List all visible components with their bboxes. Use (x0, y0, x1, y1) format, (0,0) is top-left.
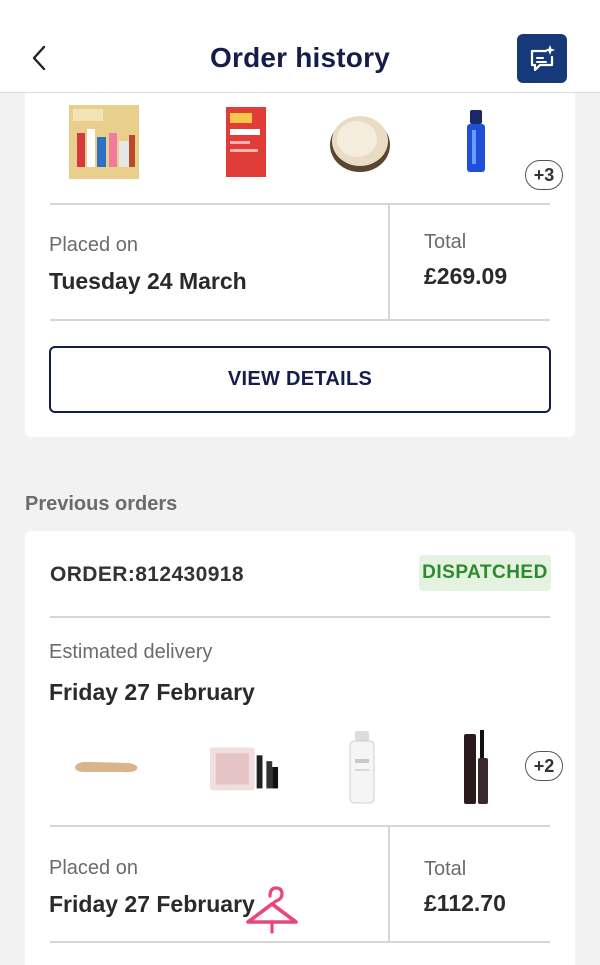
placed-on-label: Placed on (49, 234, 138, 256)
product-thumbnail[interactable] (324, 102, 396, 182)
placed-on-label: Placed on (49, 857, 138, 879)
product-thumbnail[interactable] (70, 727, 142, 807)
powder-jar-image (330, 116, 390, 172)
hanger-icon (244, 882, 300, 938)
estimated-delivery-value: Friday 27 February (49, 679, 255, 705)
toner-bottle-image (349, 731, 375, 804)
more-items-badge[interactable]: +2 (525, 751, 563, 781)
estimated-delivery-label: Estimated delivery (49, 641, 213, 663)
divider (50, 616, 550, 618)
total-value: £112.70 (424, 890, 506, 916)
chat-button[interactable] (517, 34, 567, 83)
mascara-image (464, 730, 488, 804)
divider (50, 941, 550, 943)
previous-order-card[interactable]: ORDER:812430918 DISPATCHED Estimated del… (25, 531, 575, 965)
view-details-button[interactable]: VIEW DETAILS (49, 346, 551, 413)
total-label: Total (424, 231, 467, 253)
order-number: ORDER:812430918 (50, 563, 244, 586)
product-thumbnail[interactable] (440, 102, 512, 182)
divider (50, 319, 550, 321)
chat-sparkle-icon (530, 44, 555, 71)
placed-on-value: Friday 27 February (49, 891, 255, 917)
product-thumbnail[interactable] (210, 102, 282, 182)
placed-on-value: Tuesday 24 March (49, 268, 247, 294)
product-thumbnail[interactable] (442, 727, 514, 807)
hydro-mask-box-image (226, 107, 266, 177)
gift-set-image (69, 105, 139, 179)
divider (388, 204, 390, 320)
divider (50, 825, 550, 827)
divider (50, 203, 550, 205)
product-thumbnail[interactable] (208, 727, 280, 807)
page-title: Order history (210, 42, 390, 73)
divider (388, 826, 390, 942)
total-label: Total (424, 858, 467, 880)
app-header: Order history (0, 0, 600, 93)
section-title-previous-orders: Previous orders (25, 493, 178, 515)
product-thumbnails: +2 (50, 727, 563, 807)
product-thumbnails: +3 (50, 102, 563, 190)
status-badge: DISPATCHED (419, 555, 551, 591)
concealer-swatch-image (75, 761, 138, 773)
serum-bottle-image (467, 110, 485, 172)
lancome-set-image (209, 747, 279, 791)
total-value: £269.09 (424, 263, 508, 289)
current-order-card: +3 Placed on Tuesday 24 March Total £269… (25, 70, 575, 437)
more-items-badge[interactable]: +3 (525, 160, 563, 190)
product-thumbnail[interactable] (68, 102, 140, 182)
product-thumbnail[interactable] (326, 727, 398, 807)
